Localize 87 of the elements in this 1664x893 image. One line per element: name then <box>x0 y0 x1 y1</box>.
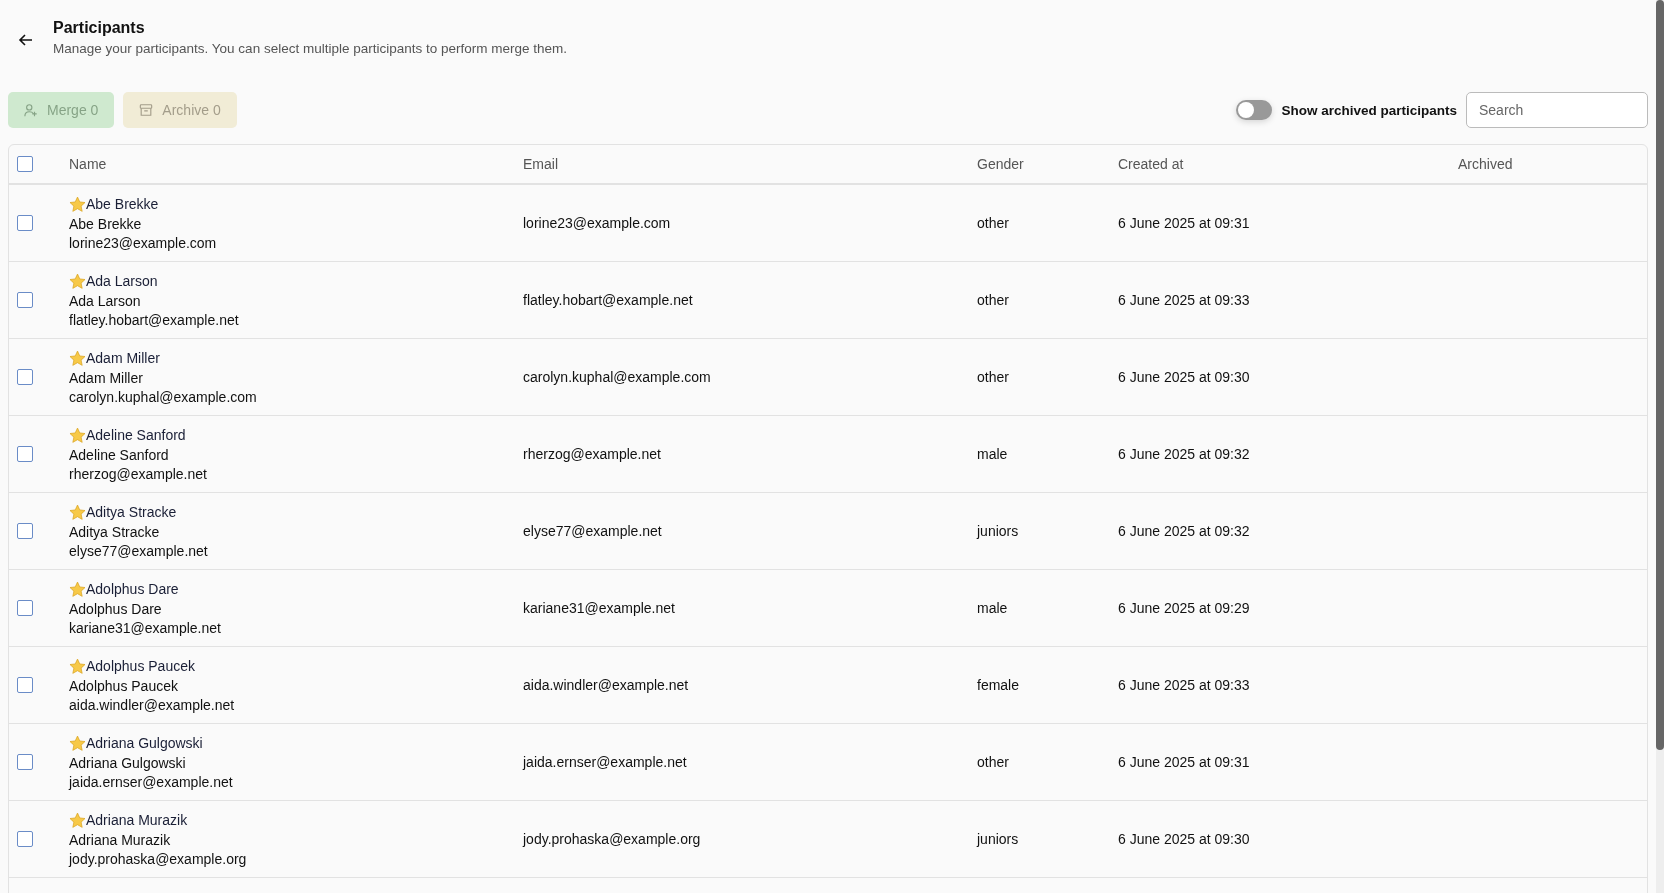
row-checkbox[interactable] <box>17 754 33 770</box>
row-checkbox[interactable] <box>17 446 33 462</box>
participant-name: Adriana Murazik <box>69 831 172 848</box>
users-plus-icon <box>24 103 38 117</box>
participant-title: Abe Brekke <box>86 196 159 212</box>
table-cell: jody.prohaska@example.org <box>523 831 701 847</box>
participant-name: Adeline Sanford <box>69 446 170 463</box>
participant-name: Abe Brekke <box>69 215 143 232</box>
table-cell: aida.windler@example.net <box>523 677 689 693</box>
column-header: Gender <box>977 156 1024 172</box>
participant-email: carolyn.kuphal@example.com <box>69 388 258 405</box>
table-cell: 6 June 2025 at 09:33 <box>1118 292 1250 308</box>
participant-title: Adriana Murazik <box>86 812 188 828</box>
table-cell: jaida.ernser@example.net <box>523 754 687 770</box>
participant-title: Ada Larson <box>86 273 158 289</box>
participant-name: Adolphus Dare <box>69 600 163 617</box>
table-cell: 6 June 2025 at 09:31 <box>1118 754 1250 770</box>
table-cell: elyse77@example.net <box>523 523 662 539</box>
star-icon <box>69 580 86 598</box>
column-header: Created at <box>1118 156 1184 172</box>
table-cell: 6 June 2025 at 09:29 <box>1118 600 1250 616</box>
participant-title: Aditya Stracke <box>86 504 177 520</box>
table-cell: other <box>977 369 1009 385</box>
table-cell: female <box>977 677 1020 693</box>
search-field[interactable]: Search <box>1466 92 1648 128</box>
column-header: Archived <box>1458 156 1513 172</box>
star-icon <box>69 272 86 290</box>
participant-name: Aditya Stracke <box>69 523 161 540</box>
row-checkbox[interactable] <box>17 215 33 231</box>
table-cell: kariane31@example.net <box>523 600 675 616</box>
participant-email: aida.windler@example.net <box>69 696 236 713</box>
participant-title: Adriana Gulgowski <box>86 735 203 751</box>
star-icon <box>69 657 86 675</box>
archive-box-icon <box>139 103 154 117</box>
row-checkbox[interactable] <box>17 831 33 847</box>
participant-title: Adolphus Paucek <box>86 658 195 674</box>
star-icon <box>69 195 86 213</box>
column-header: Email <box>523 156 558 172</box>
table-cell: 6 June 2025 at 09:31 <box>1118 215 1250 231</box>
participant-email: flatley.hobart@example.net <box>69 311 240 328</box>
table-cell: 6 June 2025 at 09:30 <box>1118 831 1250 847</box>
table-cell: 6 June 2025 at 09:33 <box>1118 677 1250 693</box>
table-cell: juniors <box>977 831 1019 847</box>
back-arrow-icon[interactable] <box>18 32 34 48</box>
participant-title: Adolphus Dare <box>86 581 179 597</box>
participant-email: rherzog@example.net <box>69 465 208 482</box>
page-subtitle: Manage your participants. You can select multiple participants to perform merge them. <box>53 41 567 56</box>
table-cell: carolyn.kuphal@example.com <box>523 369 711 385</box>
participant-email: jaida.ernser@example.net <box>69 773 234 790</box>
participant-email: elyse77@example.net <box>69 542 209 559</box>
row-checkbox[interactable] <box>17 677 33 693</box>
participant-name: Adriana Gulgowski <box>69 754 187 771</box>
table-cell: 6 June 2025 at 09:30 <box>1118 369 1250 385</box>
participant-email: kariane31@example.net <box>69 619 222 636</box>
row-checkbox[interactable] <box>17 523 33 539</box>
participant-email: jody.prohaska@example.org <box>69 850 248 867</box>
table-cell: other <box>977 754 1009 770</box>
star-icon <box>69 349 86 367</box>
participant-name: Ada Larson <box>69 292 142 309</box>
star-icon <box>69 734 86 752</box>
participant-title: Adeline Sanford <box>86 427 186 443</box>
table-cell: male <box>977 600 1008 616</box>
table-cell: 6 June 2025 at 09:32 <box>1118 523 1250 539</box>
table-cell: flatley.hobart@example.net <box>523 292 693 308</box>
table-cell: 6 June 2025 at 09:32 <box>1118 446 1250 462</box>
star-icon <box>69 426 86 444</box>
row-checkbox[interactable] <box>17 369 33 385</box>
table-cell: rherzog@example.net <box>523 446 661 462</box>
star-icon <box>69 503 86 521</box>
table-cell: juniors <box>977 523 1019 539</box>
select-all-checkbox[interactable] <box>17 156 33 172</box>
star-icon <box>69 811 86 829</box>
row-checkbox[interactable] <box>17 600 33 616</box>
toggle-switch[interactable] <box>1236 100 1273 120</box>
participant-title: Adam Miller <box>86 350 160 366</box>
column-header: Name <box>69 156 107 172</box>
participant-email: lorine23@example.com <box>69 234 218 251</box>
row-checkbox[interactable] <box>17 292 33 308</box>
table-cell: lorine23@example.com <box>523 215 671 231</box>
table-cell: other <box>977 292 1009 308</box>
scrollbar-thumb[interactable] <box>1656 0 1664 750</box>
table-cell: other <box>977 215 1009 231</box>
participant-name: Adam Miller <box>69 369 144 386</box>
participant-name: Adolphus Paucek <box>69 677 179 694</box>
toggle-label: Show archived participants <box>1281 102 1457 118</box>
table-cell: male <box>977 446 1008 462</box>
page-title: Participants <box>53 19 146 37</box>
